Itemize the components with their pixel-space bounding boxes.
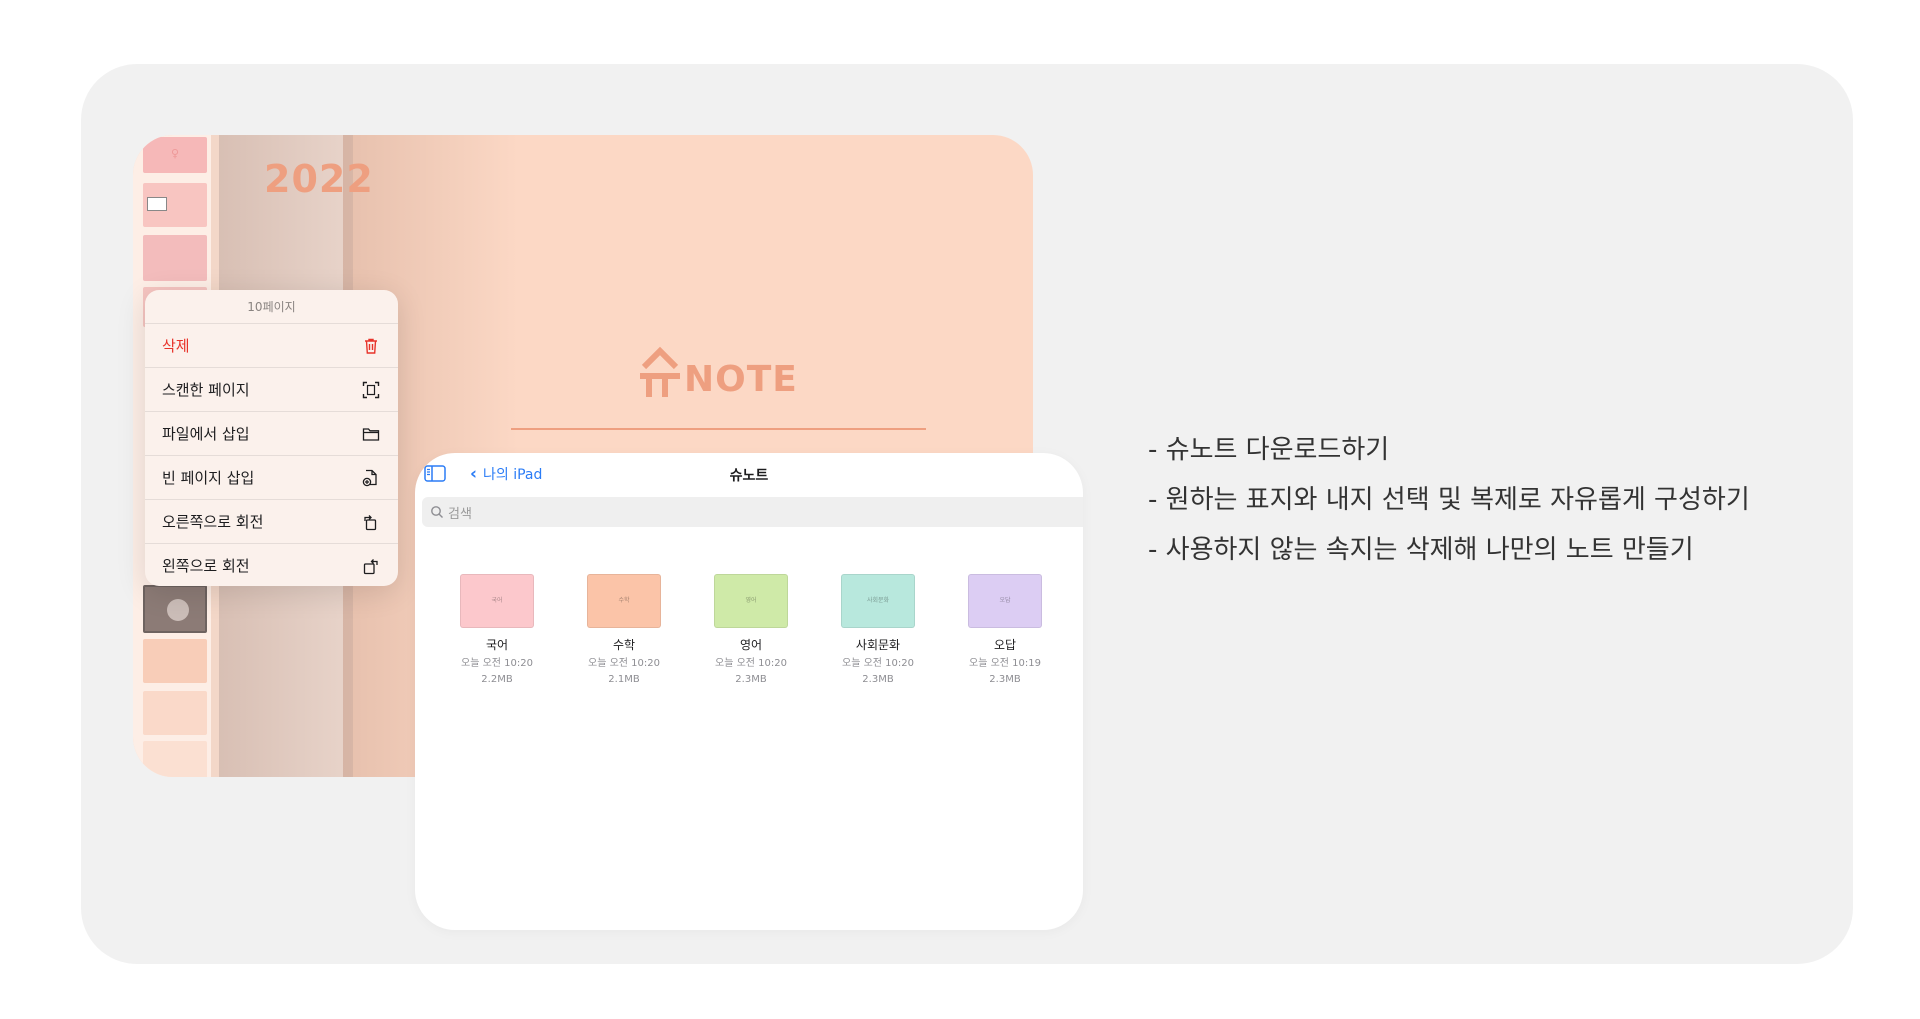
add-page-icon	[362, 469, 377, 487]
file-date: 오늘 오전 10:20	[842, 658, 914, 669]
rotate-left-icon	[363, 559, 378, 575]
menu-item-label: 오른쪽으로 회전	[162, 513, 264, 531]
file-size: 2.3MB	[862, 674, 894, 685]
page-thumbnail[interactable]	[143, 235, 207, 281]
file-name: 영어	[739, 638, 763, 652]
file-thumbnail: 오답	[968, 574, 1042, 628]
menu-item-label: 파일에서 삽입	[162, 425, 250, 443]
file-size: 2.3MB	[989, 674, 1021, 685]
cover-label: 영어	[745, 597, 757, 604]
page-thumbnail[interactable]	[143, 183, 207, 227]
note-logo: NOTE	[640, 345, 797, 401]
page-thumbnail-selected[interactable]	[143, 585, 207, 633]
cover-label: 국어	[491, 597, 503, 604]
file-thumbnail: 영어	[714, 574, 788, 628]
page-context-menu: 10페이지 삭제 스캔한 페이지 파일에서 삽입 빈 페이지 삽입 오른쪽으로 …	[145, 290, 398, 586]
file-name: 사회문화	[855, 638, 901, 652]
menu-item-label: 빈 페이지 삽입	[162, 469, 255, 487]
trash-icon	[365, 338, 377, 354]
file-item[interactable]: 사회문화 사회문화 오늘 오전 10:20 2.3MB	[833, 574, 923, 688]
rotate-right-icon	[364, 515, 377, 531]
file-item[interactable]: 오답 오답 오늘 오전 10:19 2.3MB	[960, 574, 1050, 688]
file-name: 국어	[485, 638, 509, 652]
logo-wordmark: NOTE	[684, 359, 798, 400]
menu-item-insert-blank-page[interactable]: 빈 페이지 삽입	[145, 456, 398, 500]
feature-list: - 슈노트 다운로드하기 - 원하는 표지와 내지 선택 및 복제로 자유롭게 …	[1148, 425, 1750, 575]
shoe-note-logo-icon	[640, 346, 680, 397]
file-item[interactable]: 국어 국어 오늘 오전 10:20 2.2MB	[452, 574, 542, 688]
file-size: 2.3MB	[735, 674, 767, 685]
search-placeholder: 검색	[448, 506, 472, 522]
cover-rule	[511, 428, 926, 430]
page-thumbnail[interactable]	[143, 137, 207, 173]
feature-item: - 원하는 표지와 내지 선택 및 복제로 자유롭게 구성하기	[1148, 485, 1750, 515]
menu-item-insert-from-file[interactable]: 파일에서 삽입	[145, 412, 398, 456]
file-size: 2.1MB	[608, 674, 640, 685]
cover-label: 사회문화	[866, 597, 890, 604]
menu-item-rotate-right[interactable]: 오른쪽으로 회전	[145, 500, 398, 544]
menu-item-label: 삭제	[162, 337, 190, 355]
menu-item-scanned-page[interactable]: 스캔한 페이지	[145, 368, 398, 412]
file-date: 오늘 오전 10:20	[715, 658, 787, 669]
cover-label: 수학	[618, 597, 630, 604]
file-size: 2.2MB	[481, 674, 513, 685]
back-button[interactable]: ‹ 나의 iPad	[470, 463, 542, 485]
search-field[interactable]: 검색	[422, 497, 1083, 527]
file-item[interactable]: 수학 수학 오늘 오전 10:20 2.1MB	[579, 574, 669, 688]
scan-icon	[362, 381, 380, 399]
search-icon	[431, 506, 443, 518]
menu-item-label: 왼쪽으로 회전	[162, 557, 250, 575]
menu-item-label: 스캔한 페이지	[162, 381, 250, 399]
chevron-left-icon: ‹	[470, 464, 478, 484]
file-thumbnail: 국어	[460, 574, 534, 628]
cover-year: 2022	[264, 157, 374, 201]
cover-label: 오답	[999, 597, 1011, 604]
menu-title: 10페이지	[145, 290, 398, 324]
menu-item-rotate-left[interactable]: 왼쪽으로 회전	[145, 544, 398, 586]
file-item[interactable]: 영어 영어 오늘 오전 10:20 2.3MB	[706, 574, 796, 688]
files-toolbar: 슈노트 ‹ 나의 iPad	[415, 453, 1083, 495]
file-date: 오늘 오전 10:20	[588, 658, 660, 669]
page-thumbnail[interactable]	[143, 691, 207, 735]
file-name: 오답	[993, 638, 1017, 652]
page-thumbnail[interactable]	[143, 741, 207, 777]
page-thumbnail[interactable]	[143, 639, 207, 683]
feature-item: - 사용하지 않는 속지는 삭제해 나만의 노트 만들기	[1148, 535, 1694, 565]
feature-item: - 슈노트 다운로드하기	[1148, 435, 1390, 465]
file-thumbnail: 사회문화	[841, 574, 915, 628]
file-date: 오늘 오전 10:20	[461, 658, 533, 669]
back-label: 나의 iPad	[483, 467, 543, 483]
folder-icon	[362, 428, 380, 441]
menu-item-delete[interactable]: 삭제	[145, 324, 398, 368]
file-thumbnail: 수학	[587, 574, 661, 628]
file-date: 오늘 오전 10:19	[969, 658, 1041, 669]
files-app-window: 슈노트 ‹ 나의 iPad 검색 국어 국어 오늘 오전 10:20 2.2MB…	[415, 453, 1083, 930]
file-name: 수학	[612, 638, 636, 652]
